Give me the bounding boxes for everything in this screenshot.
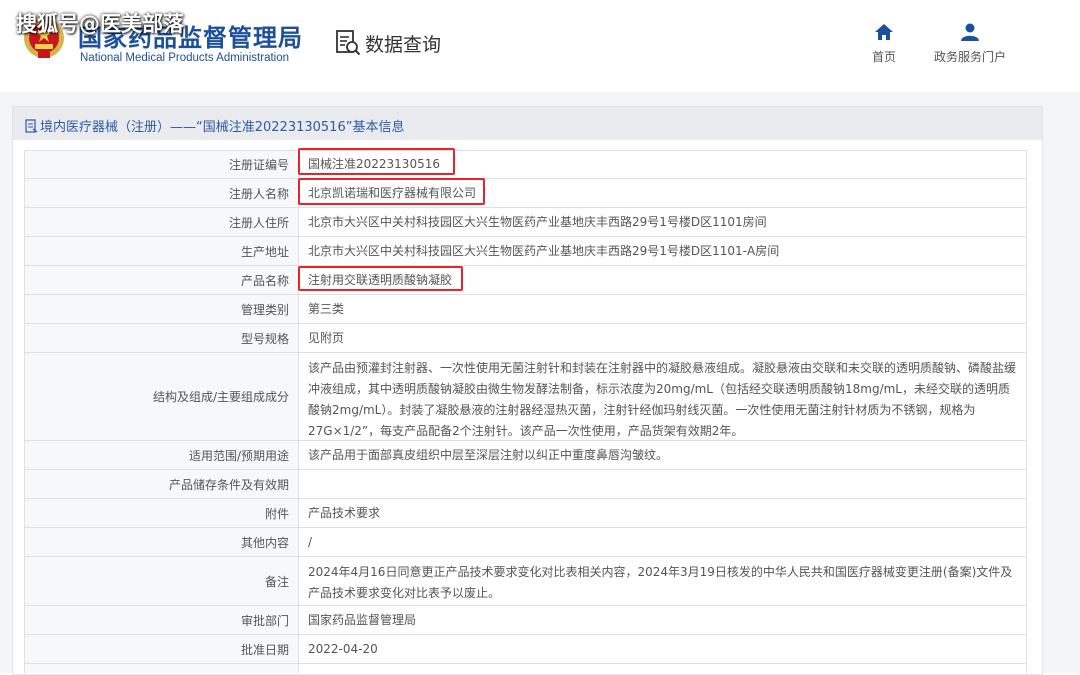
table-row: 其他内容 / (24, 528, 1027, 557)
table-row: 备注 2024年4月16日同意更正产品技术要求变化对比表相关内容，2024年3月… (24, 557, 1027, 606)
section-data-query: 数据查询 (335, 28, 441, 58)
row-value: 北京市大兴区中关村科技园区大兴生物医药产业基地庆丰西路29号1号楼D区1101-… (308, 243, 780, 258)
row-value: / (308, 534, 313, 549)
row-value: 北京凯诺瑞和医疗器械有限公司 (308, 185, 477, 200)
nav-service-portal[interactable]: 政务服务门户 (934, 22, 1006, 65)
row-value: 北京市大兴区中关村科技园区大兴生物医药产业基地庆丰西路29号1号楼D区1101房… (308, 214, 767, 229)
row-label: 注册人住所 (25, 208, 299, 236)
row-label: 型号规格 (25, 324, 299, 352)
row-value: 2022-04-20 (308, 641, 378, 656)
row-label: 结构及组成/主要组成成分 (25, 353, 299, 440)
user-icon (961, 23, 979, 41)
table-row: 注册人住所 北京市大兴区中关村科技园区大兴生物医药产业基地庆丰西路29号1号楼D… (24, 208, 1027, 237)
panel-title-text: 境内医疗器械（注册）——“国械注准20223130516”基本信息 (40, 120, 405, 135)
row-label: 产品名称 (25, 266, 299, 294)
table-row: 型号规格 见附页 (24, 324, 1027, 353)
table-row: 适用范围/预期用途 该产品用于面部真皮组织中层至深层注射以纠正中重度鼻唇沟皱纹。 (24, 441, 1027, 470)
nav-service-portal-label: 政务服务门户 (934, 50, 1007, 64)
row-label: 批准日期 (25, 635, 299, 663)
watermark: 搜狐号@医美部落 (16, 12, 184, 36)
table-row: 结构及组成/主要组成成分 该产品由预灌封注射器、一次性使用无菌注射针和封装在注射… (24, 353, 1027, 441)
table-row (24, 664, 1027, 673)
row-label: 注册人名称 (25, 179, 299, 207)
row-label: 注册证编号 (25, 151, 299, 178)
logo-subtitle: National Medical Products Administration (80, 52, 290, 64)
home-icon (875, 24, 893, 40)
table-row: 批准日期 2022-04-20 (24, 635, 1027, 664)
row-label (25, 664, 299, 673)
row-value: 该产品用于面部真皮组织中层至深层注射以纠正中重度鼻唇沟皱纹。 (308, 447, 669, 462)
row-value: 国械注准20223130516 (308, 157, 440, 171)
row-value: 国家药品监督管理局 (308, 612, 417, 627)
row-label: 管理类别 (25, 295, 299, 323)
table-row: 审批部门 国家药品监督管理局 (24, 606, 1027, 635)
row-value: 产品技术要求 (308, 505, 381, 520)
row-value: 2024年4月16日同意更正产品技术要求变化对比表相关内容，2024年3月19日… (308, 565, 1013, 600)
document-icon (25, 118, 38, 133)
row-label: 审批部门 (25, 606, 299, 634)
site-header: 国家药品监督管理局 National Medical Products Admi… (0, 0, 1080, 92)
row-value: 见附页 (308, 330, 345, 345)
row-value: 第三类 (308, 301, 345, 316)
row-label: 生产地址 (25, 237, 299, 265)
table-row: 产品名称 注射用交联透明质酸钠凝胶 (24, 266, 1027, 295)
panel-header: 境内医疗器械（注册）——“国械注准20223130516”基本信息 (13, 107, 1042, 140)
row-label: 适用范围/预期用途 (25, 441, 299, 469)
table-row: 管理类别 第三类 (24, 295, 1027, 324)
table-row: 生产地址 北京市大兴区中关村科技园区大兴生物医药产业基地庆丰西路29号1号楼D区… (24, 237, 1027, 266)
row-value (308, 470, 1016, 498)
row-value: 注射用交联透明质酸钠凝胶 (308, 272, 453, 287)
row-value: 该产品由预灌封注射器、一次性使用无菌注射针和封装在注射器中的凝胶悬液组成。凝胶悬… (308, 361, 1017, 438)
panel-title: 境内医疗器械（注册）——“国械注准20223130516”基本信息 (25, 116, 404, 135)
row-label: 备注 (25, 557, 299, 605)
table-row: 注册人名称 北京凯诺瑞和医疗器械有限公司 (24, 179, 1027, 208)
table-row: 产品储存条件及有效期 (24, 470, 1027, 499)
row-label: 产品储存条件及有效期 (25, 470, 299, 498)
section-title: 数据查询 (365, 33, 442, 56)
row-label: 其他内容 (25, 528, 299, 556)
document-search-icon (336, 30, 361, 56)
table-row: 附件 产品技术要求 (24, 499, 1027, 528)
nav-home-label: 首页 (872, 50, 897, 64)
row-label: 附件 (25, 499, 299, 527)
nav-home[interactable]: 首页 (872, 22, 896, 65)
table-row: 注册证编号 国械注准20223130516 (24, 150, 1027, 179)
